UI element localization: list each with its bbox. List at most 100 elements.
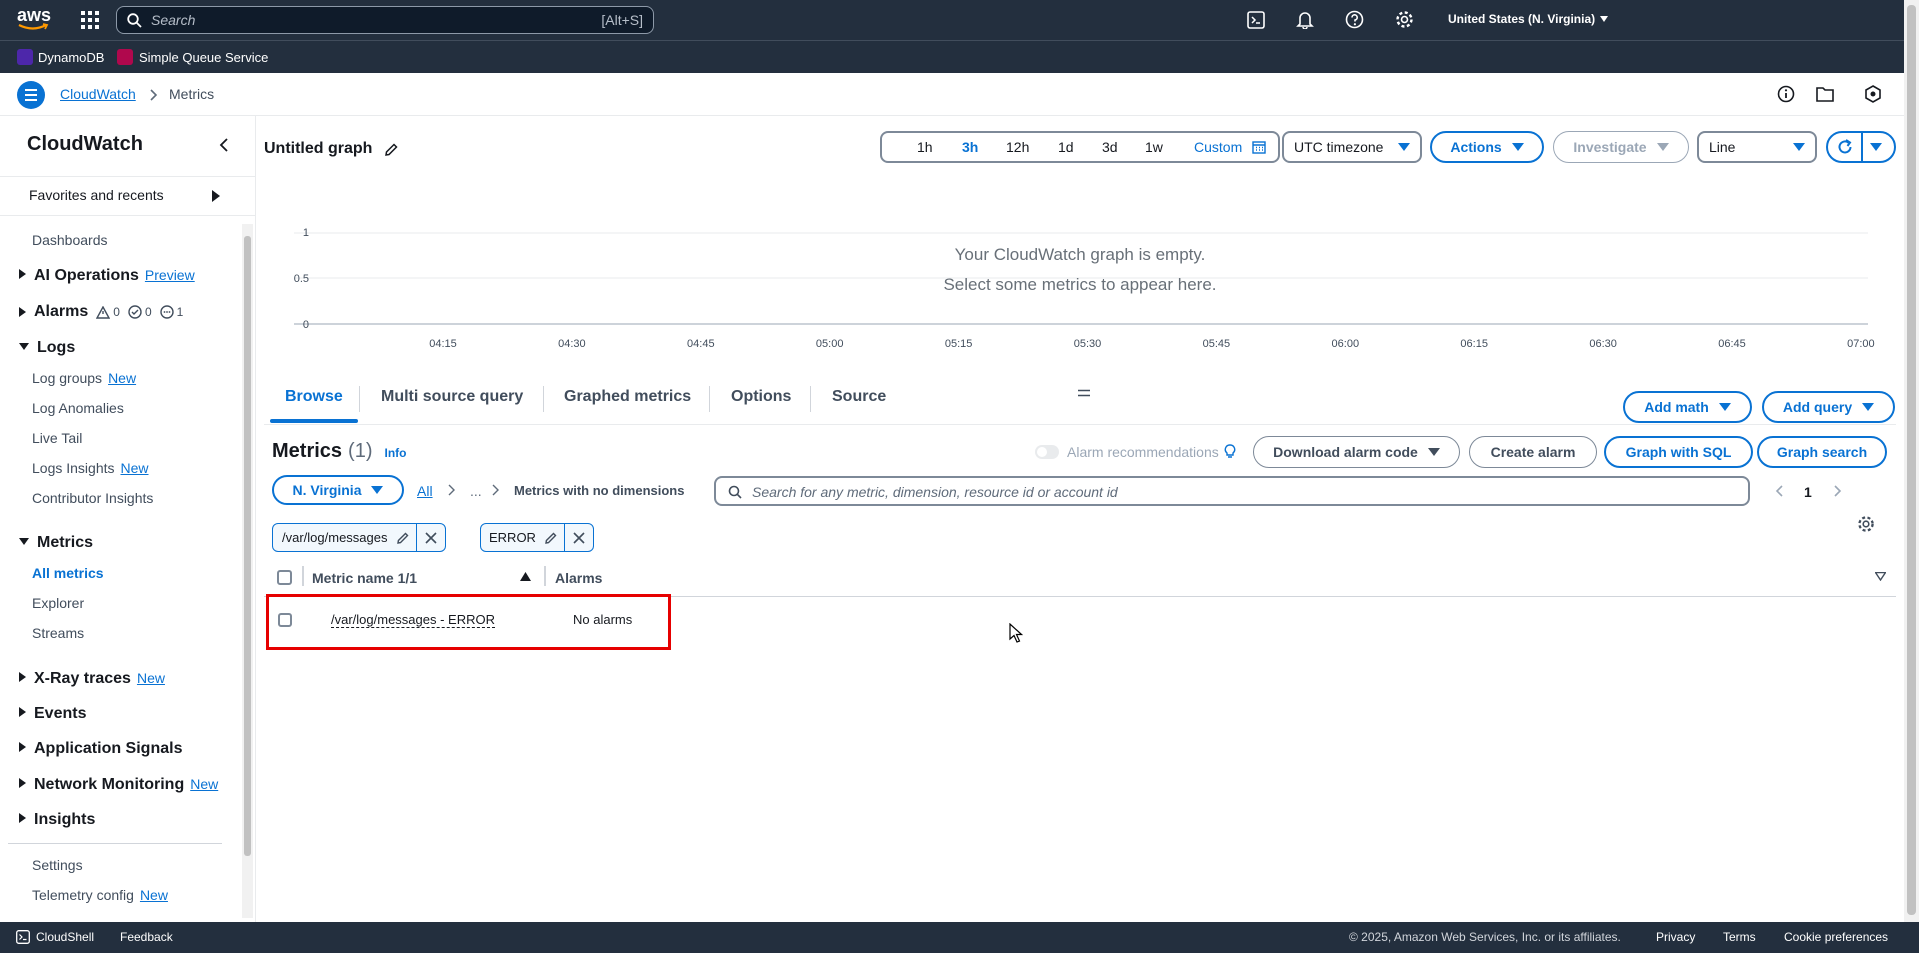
- sidebar-item-contributor-insights[interactable]: Contributor Insights: [32, 490, 153, 506]
- info-link[interactable]: Info: [384, 446, 406, 460]
- privacy-link[interactable]: Privacy: [1656, 930, 1695, 944]
- feedback-link[interactable]: Feedback: [120, 930, 173, 944]
- favorites-and-recents[interactable]: Favorites and recents: [29, 187, 164, 203]
- sidebar-section-events[interactable]: Events: [19, 705, 86, 723]
- column-options-caret-icon[interactable]: [1875, 572, 1886, 581]
- resources-folder-icon[interactable]: [1816, 86, 1834, 102]
- cloudshell-icon[interactable]: [1247, 11, 1265, 29]
- download-alarm-code-button[interactable]: Download alarm code: [1253, 436, 1460, 468]
- metrics-breadcrumb-all[interactable]: All: [417, 483, 433, 499]
- sidebar-item-live-tail[interactable]: Live Tail: [32, 430, 82, 446]
- sidebar-section-xray[interactable]: X-Ray traces New: [19, 670, 165, 688]
- alarm-recommendations-toggle[interactable]: Alarm recommendations: [1035, 444, 1236, 460]
- tab-source[interactable]: Source: [832, 388, 886, 406]
- create-alarm-button[interactable]: Create alarm: [1469, 436, 1597, 468]
- info-panel-icon[interactable]: [1777, 85, 1795, 103]
- edit-pencil-icon[interactable]: [544, 531, 558, 545]
- sidebar-section-logs[interactable]: Logs: [19, 339, 75, 357]
- resize-handle-icon[interactable]: [1077, 389, 1091, 397]
- column-header-alarms[interactable]: Alarms: [555, 570, 602, 586]
- sidebar-item-dashboards[interactable]: Dashboards: [32, 232, 108, 248]
- column-header-metric-name[interactable]: Metric name 1/1: [312, 570, 417, 586]
- scrollbar-thumb[interactable]: [1907, 5, 1916, 915]
- add-math-button[interactable]: Add math: [1623, 391, 1752, 423]
- terms-link[interactable]: Terms: [1723, 930, 1756, 944]
- region-selector[interactable]: United States (N. Virginia): [1448, 12, 1609, 26]
- tab-browse[interactable]: Browse: [285, 388, 343, 406]
- sidebar-section-alarms[interactable]: Alarms 0 0 1: [19, 303, 183, 321]
- breadcrumb-cloudwatch-link[interactable]: CloudWatch: [60, 86, 136, 102]
- tab-options[interactable]: Options: [731, 388, 791, 406]
- new-badge[interactable]: New: [190, 776, 218, 792]
- range-1h[interactable]: 1h: [917, 139, 933, 155]
- metric-search-input[interactable]: Search for any metric, dimension, resour…: [714, 476, 1750, 506]
- sidebar-section-network-monitoring[interactable]: Network Monitoring New: [19, 776, 218, 794]
- sidebar-item-settings[interactable]: Settings: [32, 857, 83, 873]
- row-checkbox[interactable]: [278, 613, 292, 627]
- range-1w[interactable]: 1w: [1145, 139, 1163, 155]
- region-filter-button[interactable]: N. Virginia: [272, 475, 404, 505]
- sidebar-section-insights[interactable]: Insights: [19, 811, 95, 829]
- prev-page-icon[interactable]: [1775, 485, 1784, 497]
- close-sidebar-icon[interactable]: [219, 138, 229, 152]
- menu-toggle-icon[interactable]: [17, 81, 45, 109]
- sidebar-item-logs-insights[interactable]: Logs Insights New: [32, 460, 149, 476]
- remove-token-icon[interactable]: [573, 531, 585, 544]
- sidebar-section-metrics[interactable]: Metrics: [19, 534, 93, 552]
- graph-with-sql-button[interactable]: Graph with SQL: [1604, 436, 1753, 468]
- range-3d[interactable]: 3d: [1102, 139, 1118, 155]
- range-1d[interactable]: 1d: [1058, 139, 1074, 155]
- tab-graphed-metrics[interactable]: Graphed metrics: [564, 388, 691, 406]
- page-number[interactable]: 1: [1804, 484, 1812, 500]
- select-all-checkbox[interactable]: [277, 570, 292, 585]
- sidebar-item-all-metrics[interactable]: All metrics: [32, 565, 104, 581]
- sidebar-item-log-anomalies[interactable]: Log Anomalies: [32, 400, 124, 416]
- add-query-button[interactable]: Add query: [1762, 391, 1895, 423]
- remove-token-icon[interactable]: [424, 531, 437, 544]
- edit-pencil-icon[interactable]: [396, 531, 410, 545]
- toggle-switch[interactable]: [1035, 445, 1059, 459]
- investigate-button[interactable]: Investigate: [1553, 131, 1689, 163]
- refresh-split-button[interactable]: [1826, 131, 1896, 163]
- services-grid-icon[interactable]: [81, 11, 99, 29]
- favorite-dynamodb[interactable]: DynamoDB: [17, 49, 104, 65]
- tools-hexagon-icon[interactable]: [1864, 85, 1882, 103]
- next-page-icon[interactable]: [1833, 485, 1842, 497]
- metrics-breadcrumb-ellipsis[interactable]: ...: [470, 483, 482, 499]
- aws-logo[interactable]: aws: [17, 6, 51, 32]
- new-badge[interactable]: New: [108, 370, 136, 386]
- sidebar-scrollbar[interactable]: [242, 224, 253, 918]
- sidebar-item-telemetry-config[interactable]: Telemetry config New: [32, 887, 168, 903]
- sidebar-item-explorer[interactable]: Explorer: [32, 595, 84, 611]
- search-input[interactable]: Search [Alt+S]: [116, 6, 654, 34]
- timezone-select[interactable]: UTC timezone: [1282, 131, 1422, 163]
- favorite-sqs[interactable]: Simple Queue Service: [117, 49, 268, 65]
- cloudshell-link[interactable]: CloudShell: [16, 930, 94, 944]
- range-3h[interactable]: 3h: [962, 139, 978, 155]
- graph-search-button[interactable]: Graph search: [1757, 436, 1887, 468]
- sidebar-section-application-signals[interactable]: Application Signals: [19, 740, 182, 758]
- sidebar-item-log-groups[interactable]: Log groups New: [32, 370, 136, 386]
- settings-gear-icon[interactable]: [1395, 10, 1414, 29]
- favorites-expand-icon[interactable]: [212, 190, 220, 202]
- notifications-bell-icon[interactable]: [1296, 10, 1314, 29]
- new-badge[interactable]: New: [121, 460, 149, 476]
- preview-badge[interactable]: Preview: [145, 267, 195, 283]
- cookie-preferences-link[interactable]: Cookie preferences: [1784, 930, 1888, 944]
- edit-pencil-icon[interactable]: [384, 142, 399, 157]
- page-scrollbar[interactable]: [1904, 0, 1919, 922]
- new-badge[interactable]: New: [137, 670, 165, 686]
- refresh-icon[interactable]: [1836, 138, 1854, 156]
- chart-type-select[interactable]: Line: [1697, 131, 1817, 163]
- sidebar-item-streams[interactable]: Streams: [32, 625, 84, 641]
- tab-multi-source-query[interactable]: Multi source query: [381, 388, 523, 406]
- sidebar-section-ai-operations[interactable]: AI Operations Preview: [19, 267, 195, 285]
- range-custom[interactable]: Custom: [1194, 139, 1242, 155]
- calendar-icon[interactable]: [1252, 140, 1266, 154]
- scrollbar-thumb[interactable]: [244, 236, 251, 856]
- preferences-gear-icon[interactable]: [1857, 515, 1875, 533]
- help-icon[interactable]: [1345, 10, 1364, 29]
- new-badge[interactable]: New: [140, 887, 168, 903]
- range-12h[interactable]: 12h: [1006, 139, 1029, 155]
- metric-name-link[interactable]: /var/log/messages - ERROR: [331, 612, 495, 628]
